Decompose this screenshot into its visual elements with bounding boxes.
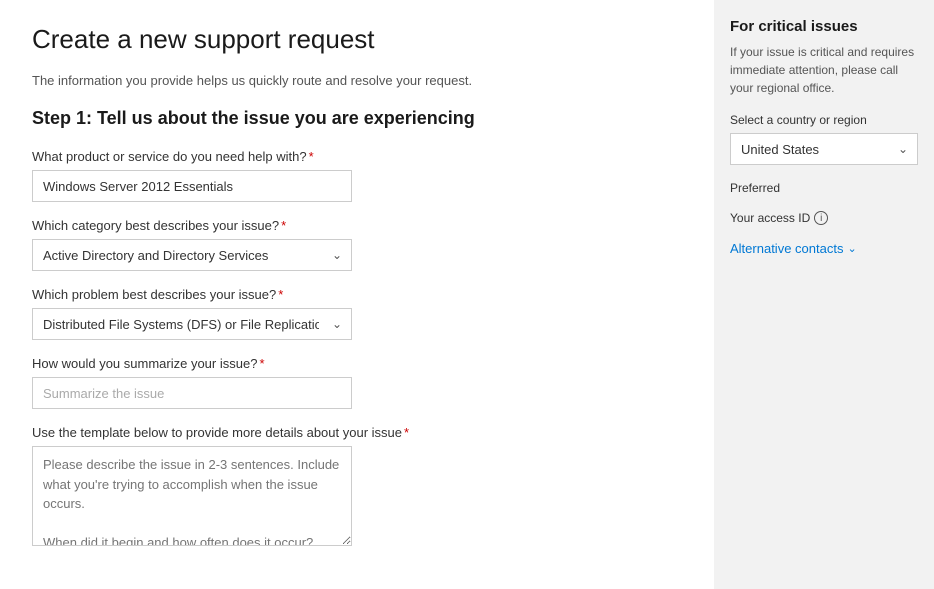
problem-label: Which problem best describes your issue?… — [32, 287, 682, 302]
details-group: Use the template below to provide more d… — [32, 425, 682, 549]
product-label: What product or service do you need help… — [32, 149, 682, 164]
category-select-wrapper: Active Directory and Directory Services … — [32, 239, 352, 271]
country-label: Select a country or region — [730, 113, 918, 127]
country-select-wrapper: United States Canada United Kingdom Aust… — [730, 133, 918, 165]
required-star: * — [259, 356, 264, 371]
access-id-label: Your access ID i — [730, 211, 918, 225]
step-heading: Step 1: Tell us about the issue you are … — [32, 108, 682, 129]
required-star: * — [404, 425, 409, 440]
summary-input[interactable] — [32, 377, 352, 409]
summary-group: How would you summarize your issue?* — [32, 356, 682, 409]
problem-select-wrapper: Distributed File Systems (DFS) or File R… — [32, 308, 352, 340]
preferred-label: Preferred — [730, 181, 918, 195]
sidebar-title: For critical issues — [730, 18, 918, 35]
alt-contacts-link[interactable]: Alternative contacts ⌄ — [730, 241, 918, 256]
product-input[interactable] — [32, 170, 352, 202]
country-select[interactable]: United States Canada United Kingdom Aust… — [730, 133, 918, 165]
required-star: * — [278, 287, 283, 302]
main-content: Create a new support request The informa… — [0, 0, 714, 589]
category-label: Which category best describes your issue… — [32, 218, 682, 233]
details-label: Use the template below to provide more d… — [32, 425, 682, 440]
summary-label: How would you summarize your issue?* — [32, 356, 682, 371]
problem-select[interactable]: Distributed File Systems (DFS) or File R… — [32, 308, 352, 340]
required-star: * — [309, 149, 314, 164]
sidebar: For critical issues If your issue is cri… — [714, 0, 934, 589]
category-group: Which category best describes your issue… — [32, 218, 682, 271]
problem-group: Which problem best describes your issue?… — [32, 287, 682, 340]
intro-text: The information you provide helps us qui… — [32, 73, 682, 88]
required-star: * — [281, 218, 286, 233]
product-group: What product or service do you need help… — [32, 149, 682, 202]
sidebar-description: If your issue is critical and requires i… — [730, 43, 918, 97]
page-title: Create a new support request — [32, 24, 682, 55]
category-select[interactable]: Active Directory and Directory Services — [32, 239, 352, 271]
info-icon[interactable]: i — [814, 211, 828, 225]
details-textarea[interactable] — [32, 446, 352, 546]
chevron-down-icon: ⌄ — [847, 242, 856, 255]
